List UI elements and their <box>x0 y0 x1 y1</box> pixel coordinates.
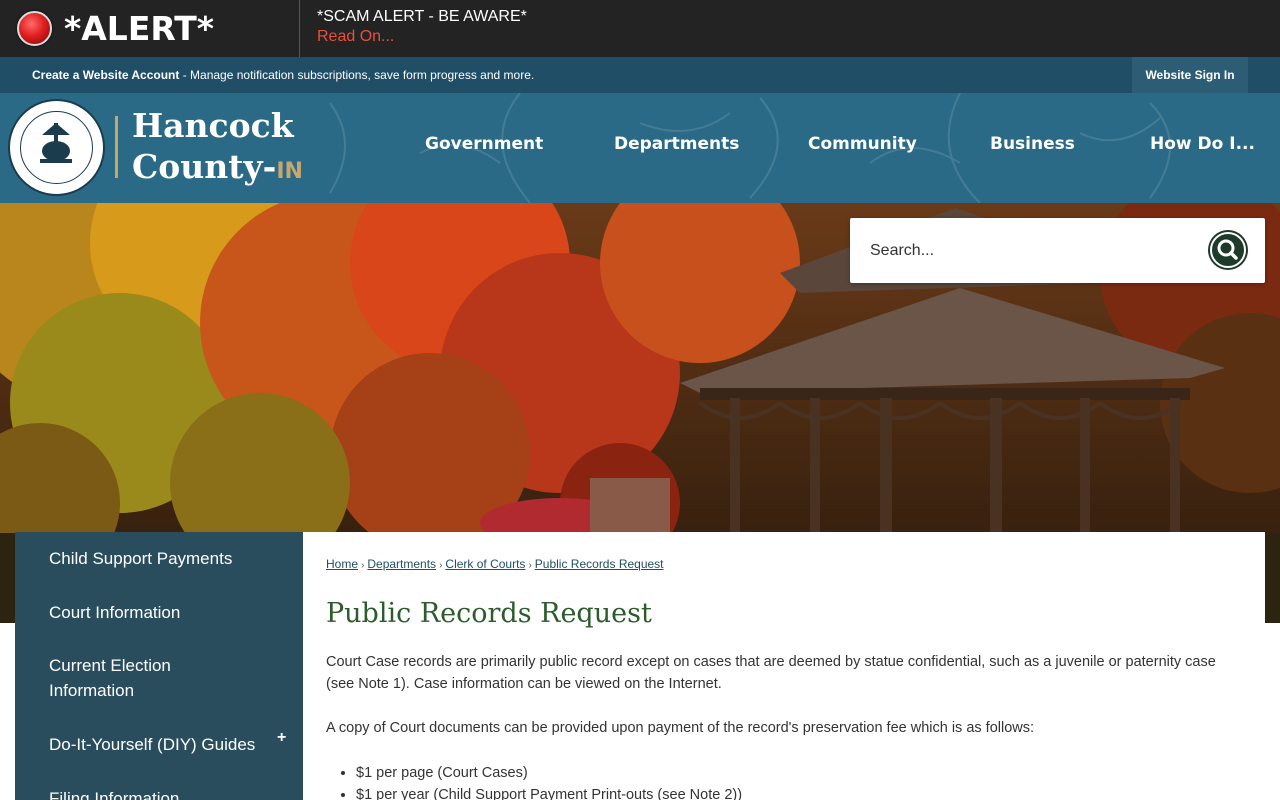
breadcrumb-departments[interactable]: Departments <box>367 557 436 571</box>
create-account-description: - Manage notification subscriptions, sav… <box>179 68 535 82</box>
logo-state-suffix: IN <box>276 159 303 184</box>
nav-how-do-i[interactable]: How Do I... <box>1150 134 1255 154</box>
create-account-link[interactable]: Create a Website Account <box>32 68 179 82</box>
nav-community[interactable]: Community <box>808 134 917 154</box>
nav-business[interactable]: Business <box>990 134 1075 154</box>
website-sign-in-button[interactable]: Website Sign In <box>1132 57 1248 93</box>
page-title: Public Records Request <box>326 598 652 629</box>
list-item: $1 per year (Child Support Payment Print… <box>356 784 742 800</box>
breadcrumb-public-records-request[interactable]: Public Records Request <box>535 557 664 571</box>
intro-paragraph: Court Case records are primarily public … <box>326 654 1216 692</box>
breadcrumb-clerk-of-courts[interactable]: Clerk of Courts <box>445 557 525 571</box>
sidebar-nav: Child Support Payments Court Information… <box>15 532 303 800</box>
sidebar-item-diy-guides[interactable]: Do-It-Yourself (DIY) Guides <box>49 732 255 757</box>
expand-diy-guides-button[interactable]: + <box>277 729 286 747</box>
main-content: Home › Departments › Clerk of Courts › Public … <box>303 532 1265 800</box>
breadcrumb-separator: › <box>439 560 443 571</box>
seal-emblem-icon <box>40 123 72 163</box>
account-notice: Create a Website Account - Manage notifi… <box>32 68 534 82</box>
sidebar-item-current-election[interactable]: Current Election <box>49 653 171 678</box>
sidebar-item-court-information[interactable]: Court Information <box>49 600 180 625</box>
logo-line-1: Hancock <box>132 106 294 145</box>
logo-divider <box>115 116 118 178</box>
alert-title: *ALERT* <box>64 9 215 48</box>
nav-departments[interactable]: Departments <box>614 134 739 154</box>
breadcrumb-separator: › <box>528 560 532 571</box>
sidebar-item-filing-information[interactable]: Filing Information <box>49 786 179 800</box>
fee-paragraph: A copy of Court documents can be provide… <box>326 720 1035 736</box>
search-icon <box>1210 232 1246 268</box>
logo-line-2: County-IN <box>132 146 303 192</box>
county-name-logo[interactable]: Hancock County-IN <box>132 105 303 192</box>
account-bar: Create a Website Account - Manage notifi… <box>0 57 1280 93</box>
county-seal-logo[interactable] <box>8 99 105 196</box>
alert-message: *SCAM ALERT - BE AWARE* <box>317 8 527 25</box>
alert-read-on-link[interactable]: Read On... <box>317 26 527 48</box>
fee-list: $1 per page (Court Cases) $1 per year (C… <box>356 762 742 800</box>
search-box <box>850 218 1265 283</box>
site-header: Hancock County-IN Government Departments… <box>0 93 1280 203</box>
nav-government[interactable]: Government <box>425 134 543 154</box>
alert-icon <box>17 11 52 46</box>
breadcrumb-separator: › <box>361 560 365 571</box>
logo-county: County- <box>132 147 277 186</box>
search-button[interactable] <box>1208 230 1248 270</box>
alert-content: *SCAM ALERT - BE AWARE* Read On... <box>300 0 527 57</box>
sidebar-item-current-election-line2[interactable]: Information <box>49 678 134 703</box>
list-item: $1 per page (Court Cases) <box>356 762 742 784</box>
breadcrumb: Home › Departments › Clerk of Courts › Public … <box>326 557 664 571</box>
breadcrumb-home[interactable]: Home <box>326 557 358 571</box>
alert-bar: *ALERT* *SCAM ALERT - BE AWARE* Read On.… <box>0 0 1280 57</box>
search-input[interactable] <box>850 218 1190 283</box>
sidebar-item-child-support-payments[interactable]: Child Support Payments <box>49 546 232 571</box>
alert-header[interactable]: *ALERT* <box>0 0 300 57</box>
